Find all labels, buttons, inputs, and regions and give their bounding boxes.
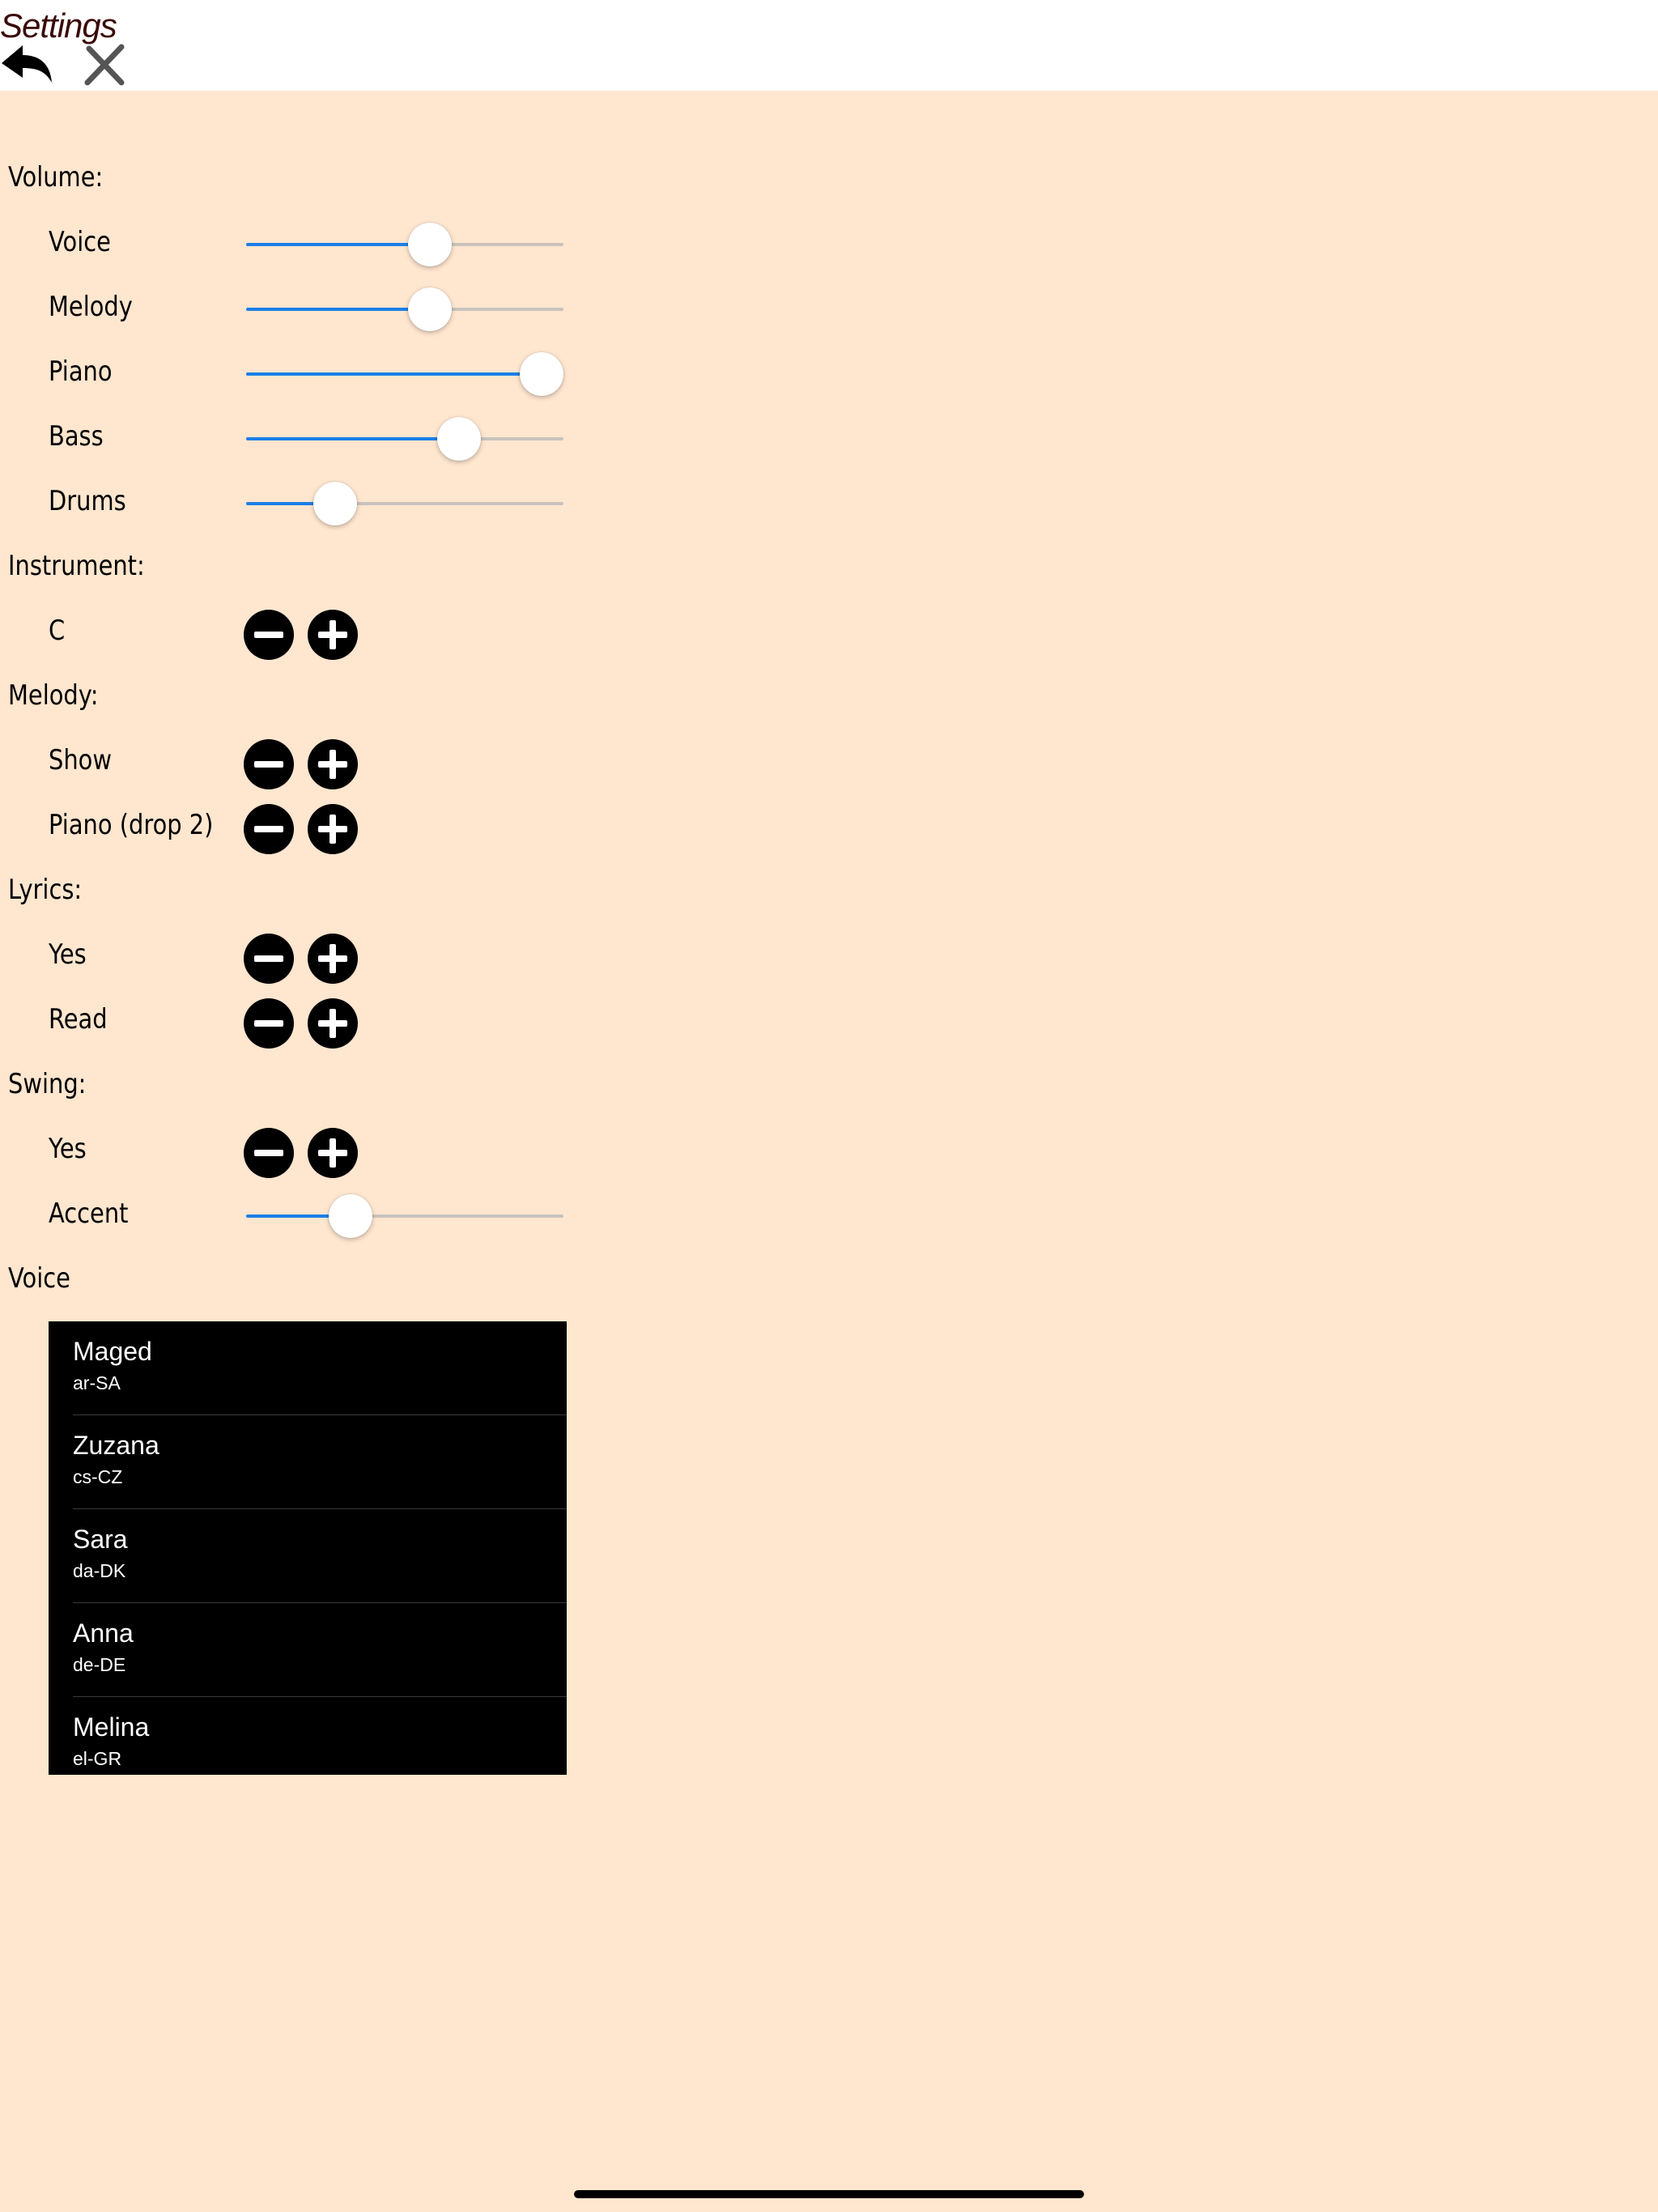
instrument-stepper [243, 609, 364, 661]
lyrics-read-label: Read [49, 1003, 108, 1036]
voice-list-item[interactable]: Anna de-DE [49, 1603, 567, 1697]
slider-thumb[interactable] [408, 287, 453, 331]
swing-section-label: Swing: [8, 1068, 87, 1100]
home-indicator[interactable] [574, 2190, 1084, 2198]
melody-show-stepper [243, 738, 364, 790]
voice-locale: de-DE [73, 1654, 126, 1675]
minus-circle-icon[interactable] [243, 998, 295, 1049]
swing-yes-label: Yes [49, 1133, 87, 1165]
slider-thumb[interactable] [312, 482, 357, 525]
bass-volume-label: Bass [49, 420, 104, 453]
minus-circle-icon[interactable] [243, 738, 295, 790]
voice-list-item[interactable]: Sara da-DK [49, 1509, 567, 1603]
plus-circle-icon[interactable] [307, 998, 359, 1049]
lyrics-section-label: Lyrics: [8, 874, 83, 906]
lyrics-yes-stepper [243, 933, 364, 985]
voice-locale: ar-SA [73, 1372, 121, 1393]
melody-piano-stepper [243, 803, 364, 855]
back-button[interactable] [0, 40, 57, 89]
voice-list-item[interactable]: Zuzana cs-CZ [49, 1415, 567, 1509]
voice-list-item[interactable]: Maged ar-SA [49, 1321, 567, 1415]
melody-piano-label: Piano (drop 2) [49, 809, 214, 841]
slider-thumb[interactable] [436, 417, 481, 461]
lyrics-yes-label: Yes [49, 938, 87, 971]
close-button[interactable] [81, 42, 138, 91]
close-x-icon [84, 44, 125, 86]
drums-volume-label: Drums [49, 485, 126, 517]
melody-volume-slider[interactable] [246, 284, 563, 333]
voice-locale: cs-CZ [73, 1466, 123, 1487]
minus-circle-icon[interactable] [243, 609, 295, 661]
slider-thumb[interactable] [408, 223, 453, 266]
plus-circle-icon[interactable] [307, 1127, 359, 1179]
voice-picker-list[interactable]: Maged ar-SA Zuzana cs-CZ Sara da-DK Anna… [49, 1321, 567, 1775]
instrument-value: C [49, 615, 66, 647]
lyrics-read-stepper [243, 998, 364, 1049]
voice-locale: el-GR [73, 1748, 122, 1769]
voice-list-item[interactable]: Melina el-GR [49, 1697, 567, 1775]
piano-volume-slider[interactable] [246, 349, 563, 398]
swing-accent-slider[interactable] [246, 1191, 563, 1240]
minus-circle-icon[interactable] [243, 1127, 295, 1179]
volume-section-label: Volume: [8, 161, 104, 194]
undo-arrow-icon [2, 45, 52, 83]
voice-name: Melina [73, 1712, 150, 1742]
voice-section-label: Voice [8, 1262, 70, 1295]
slider-thumb[interactable] [329, 1194, 373, 1238]
melody-section-label: Melody: [8, 679, 99, 712]
swing-yes-stepper [243, 1127, 364, 1179]
melody-show-label: Show [49, 744, 112, 776]
plus-circle-icon[interactable] [307, 609, 359, 661]
top-bar: Settings [0, 0, 1658, 91]
voice-name: Zuzana [73, 1431, 159, 1460]
voice-name: Maged [73, 1337, 152, 1366]
minus-circle-icon[interactable] [243, 803, 295, 855]
voice-volume-slider[interactable] [246, 219, 563, 268]
voice-locale: da-DK [73, 1560, 126, 1581]
swing-accent-label: Accent [49, 1197, 129, 1230]
bass-volume-slider[interactable] [246, 414, 563, 462]
voice-name: Anna [73, 1619, 134, 1648]
minus-circle-icon[interactable] [243, 933, 295, 985]
plus-circle-icon[interactable] [307, 803, 359, 855]
plus-circle-icon[interactable] [307, 738, 359, 790]
plus-circle-icon[interactable] [307, 933, 359, 985]
melody-volume-label: Melody [49, 291, 133, 323]
instrument-section-label: Instrument: [8, 550, 145, 582]
drums-volume-slider[interactable] [246, 479, 563, 527]
slider-thumb[interactable] [519, 352, 563, 396]
piano-volume-label: Piano [49, 355, 113, 388]
voice-name: Sara [73, 1525, 128, 1554]
voice-volume-label: Voice [49, 226, 111, 258]
